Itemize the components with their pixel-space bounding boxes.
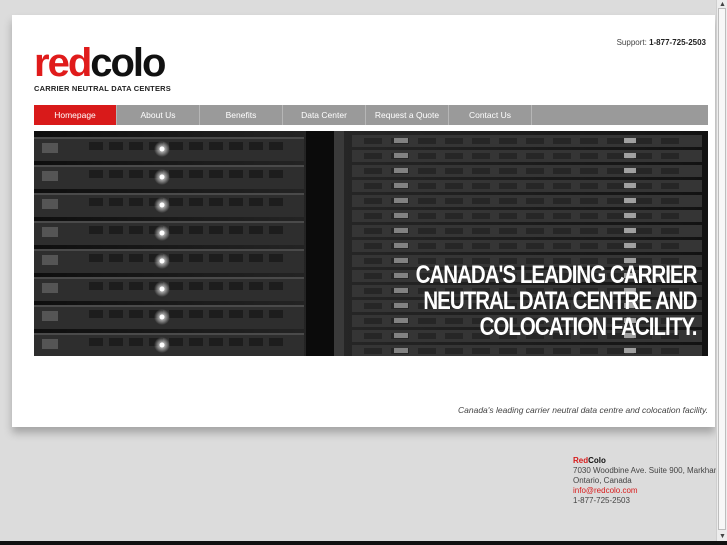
logo-wordmark: redcolo xyxy=(34,43,171,83)
footer-phone: 1-877-725-2503 xyxy=(573,496,630,505)
hero-banner: CANADA'S LEADING CARRIER NEUTRAL DATA CE… xyxy=(34,131,708,356)
page-card: redcolo CARRIER NEUTRAL DATA CENTERS Sup… xyxy=(12,15,715,427)
logo-red-part: red xyxy=(34,41,92,85)
footer-brand-red: Red xyxy=(573,456,589,465)
scroll-thumb[interactable] xyxy=(718,8,726,530)
logo-black-part: colo xyxy=(90,41,166,85)
footer-brand: RedColo xyxy=(573,456,720,466)
triangle-down-icon[interactable]: ▼ xyxy=(718,532,727,541)
nav-contact-us[interactable]: Contact Us xyxy=(449,105,532,125)
support-phone[interactable]: 1-877-725-2503 xyxy=(649,38,706,47)
nav-about-us[interactable]: About Us xyxy=(117,105,200,125)
nav-homepage[interactable]: Homepage xyxy=(34,105,117,125)
bottom-edge xyxy=(0,541,727,545)
main-nav: Homepage About Us Benefits Data Center R… xyxy=(34,105,708,125)
site-tagline: Canada's leading carrier neutral data ce… xyxy=(458,405,708,415)
hero-line-2: NEUTRAL DATA CENTRE AND xyxy=(422,287,697,315)
footer-address-2: Ontario, Canada xyxy=(573,476,632,485)
footer-email-link[interactable]: info@redcolo.com xyxy=(573,486,638,495)
support-label: Support: xyxy=(616,38,647,47)
hero-headline: CANADA'S LEADING CARRIER NEUTRAL DATA CE… xyxy=(415,261,697,341)
nav-request-quote[interactable]: Request a Quote xyxy=(366,105,449,125)
hero-line-3: COLOCATION FACILITY. xyxy=(479,313,697,341)
logo-tagline: CARRIER NEUTRAL DATA CENTERS xyxy=(34,84,171,93)
nav-benefits[interactable]: Benefits xyxy=(200,105,283,125)
footer-address-1: 7030 Woodbine Ave. Suite 900, Markham xyxy=(573,466,721,475)
logo[interactable]: redcolo CARRIER NEUTRAL DATA CENTERS xyxy=(34,43,171,93)
support-info: Support: 1-877-725-2503 xyxy=(617,38,706,47)
nav-data-center[interactable]: Data Center xyxy=(283,105,366,125)
vertical-scrollbar[interactable]: ▲ ▼ xyxy=(716,0,727,545)
hero-line-1: CANADA'S LEADING CARRIER xyxy=(415,261,697,289)
footer-contact: RedColo 7030 Woodbine Ave. Suite 900, Ma… xyxy=(573,456,720,506)
footer-brand-dark: Colo xyxy=(588,456,606,465)
